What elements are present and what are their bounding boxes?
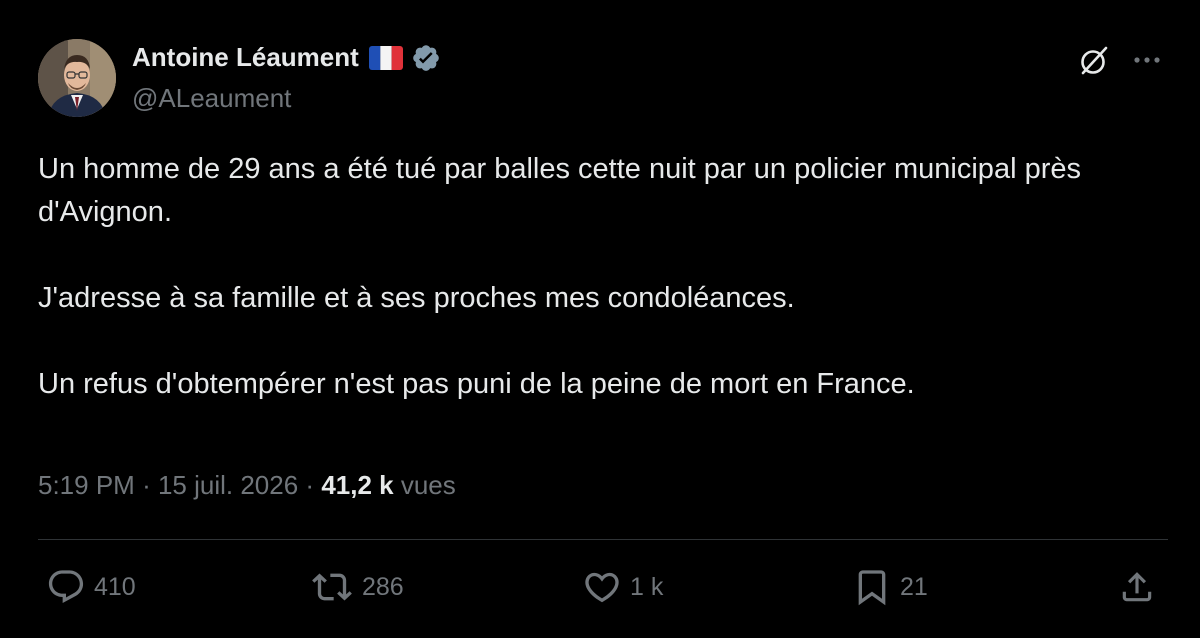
- views-count[interactable]: 41,2 k: [321, 470, 401, 500]
- meta-separator: ·: [305, 470, 322, 500]
- tweet-meta: 5:19 PM · 15 juil. 2026 · 41,2 k vues: [38, 470, 456, 501]
- bookmark-count: 21: [900, 572, 928, 601]
- tweet-paragraph: Un refus d'obtempérer n'est pas puni de …: [38, 368, 915, 400]
- share-icon: [1122, 572, 1152, 602]
- tweet-paragraph: J'adresse à sa famille et à ses proches …: [38, 282, 795, 314]
- grok-icon[interactable]: [1078, 45, 1110, 77]
- avatar[interactable]: [38, 39, 116, 117]
- tweet-card: Antoine Léaument @ALeaument Un homme de …: [0, 0, 1200, 638]
- reply-icon: [48, 570, 84, 603]
- tweet-date[interactable]: 15 juil. 2026: [158, 470, 298, 500]
- author-name[interactable]: Antoine Léaument: [132, 42, 359, 73]
- repost-count: 286: [362, 572, 404, 601]
- heart-icon: [585, 572, 619, 603]
- tweet-text: Un homme de 29 ans a été tué par balles …: [38, 148, 1168, 449]
- views-label: vues: [400, 470, 456, 500]
- meta-separator: ·: [142, 470, 158, 500]
- more-options-icon[interactable]: [1128, 45, 1166, 75]
- verified-badge-icon[interactable]: [411, 43, 441, 73]
- reply-count: 410: [94, 572, 136, 601]
- divider: [38, 539, 1168, 540]
- reply-button[interactable]: 410: [46, 567, 136, 607]
- bookmark-button[interactable]: 21: [852, 567, 928, 607]
- author-handle[interactable]: @ALeaument: [132, 83, 291, 114]
- french-flag-icon: [368, 45, 403, 70]
- bookmark-icon: [858, 570, 886, 606]
- repost-button[interactable]: 286: [310, 567, 404, 607]
- like-button[interactable]: 1 k: [582, 567, 663, 607]
- tweet-paragraph: Un homme de 29 ans a été tué par balles …: [38, 153, 1081, 228]
- tweet-time[interactable]: 5:19 PM: [38, 470, 135, 500]
- author-name-row[interactable]: Antoine Léaument: [132, 42, 441, 73]
- bottom-strip: [0, 632, 1200, 638]
- share-button[interactable]: [1118, 567, 1156, 607]
- like-count: 1 k: [630, 572, 664, 601]
- repost-icon: [312, 573, 352, 601]
